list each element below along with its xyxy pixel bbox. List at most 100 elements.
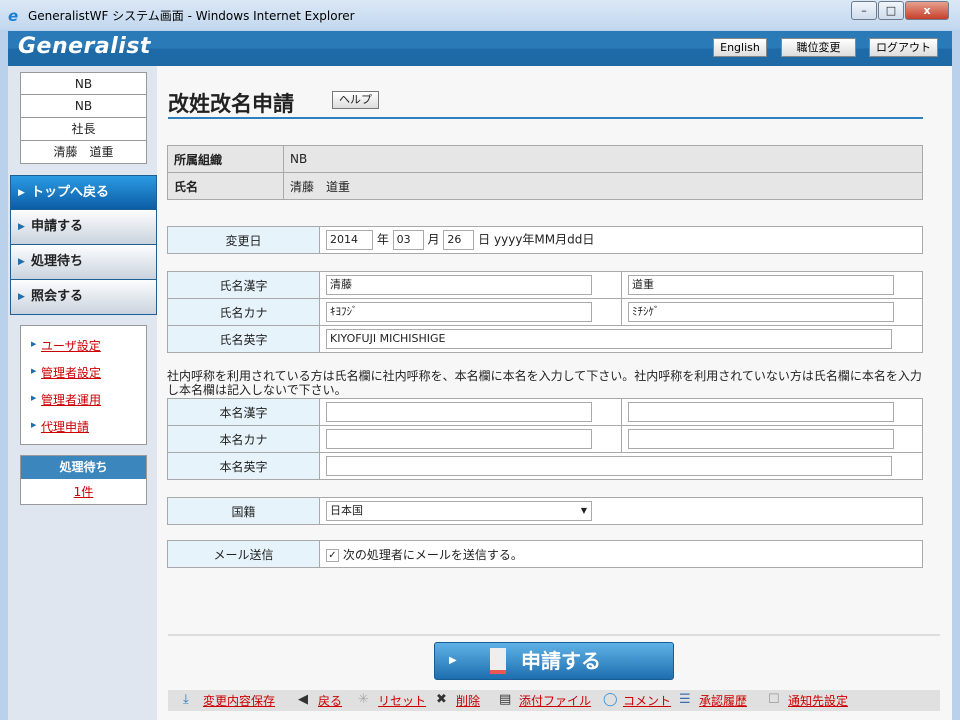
- delete-link[interactable]: ✖ 削除: [436, 692, 481, 709]
- name-value: 清藤 道重: [283, 172, 923, 200]
- maximize-button[interactable]: □: [878, 1, 904, 20]
- user-org: NB: [20, 72, 147, 95]
- nationality-select[interactable]: 日本国 ▼: [326, 501, 592, 521]
- nationality-label: 国籍: [167, 497, 320, 525]
- title-underline: [168, 117, 923, 119]
- real-kanji-label: 本名漢字: [167, 398, 320, 426]
- mail-label: メール送信: [167, 540, 320, 568]
- comment-bubble-icon: ◯: [603, 692, 618, 707]
- mail-table: メール送信 ✓ 次の処理者にメールを送信する。: [167, 540, 923, 568]
- attachment-link[interactable]: ▤ 添付ファイル: [499, 692, 592, 709]
- nav-inquiry[interactable]: 照会する: [10, 280, 157, 315]
- link-user-settings[interactable]: ユーザ設定: [31, 337, 101, 354]
- comment-label: コメント: [623, 694, 672, 708]
- kanji-label: 氏名漢字: [167, 271, 320, 299]
- download-icon: ⤓: [183, 692, 189, 707]
- eng-name-input[interactable]: KIYOFUJI MICHISHIGE: [326, 329, 892, 349]
- link-admin-settings[interactable]: 管理者設定: [31, 364, 101, 381]
- real-kana-first-input[interactable]: [628, 429, 894, 449]
- date-format-hint: yyyy年MM月dd日: [494, 232, 595, 247]
- kana-last-input[interactable]: ｷﾖﾌｼﾞ: [326, 302, 592, 322]
- real-name-table: 本名漢字 本名カナ 本名英字: [167, 398, 923, 480]
- nav-apply[interactable]: 申請する: [10, 210, 157, 245]
- month-input[interactable]: 03: [392, 230, 424, 250]
- name-label: 氏名: [167, 172, 284, 200]
- checkbox-icon: ☐: [768, 692, 780, 707]
- change-date-table: 変更日 2014 年 03 月 26 日 yyyy年MM月dd日: [167, 226, 923, 254]
- save-changes-link[interactable]: ⤓ 変更内容保存: [183, 692, 276, 709]
- mail-checkbox[interactable]: ✓: [326, 548, 339, 562]
- attachment-label: 添付ファイル: [519, 694, 592, 708]
- month-unit: 月: [427, 232, 440, 247]
- user-dept: NB: [20, 95, 147, 118]
- document-upload-icon: [490, 648, 506, 674]
- close-button[interactable]: x: [905, 1, 949, 20]
- reset-icon: ✳: [358, 692, 369, 707]
- back-arrow-icon: ◀: [298, 692, 308, 707]
- link-proxy-apply[interactable]: 代理申請: [31, 418, 89, 435]
- back-link[interactable]: ◀ 戻る: [298, 692, 343, 709]
- english-button[interactable]: English: [713, 38, 767, 57]
- attachment-icon: ▤: [499, 692, 512, 707]
- submit-button[interactable]: ▶ 申請する: [434, 642, 674, 680]
- ie-icon: e: [8, 7, 19, 25]
- user-name: 清藤 道重: [20, 141, 147, 164]
- list-icon: ☰: [679, 692, 691, 707]
- pending-box: 処理待ち 1件: [20, 455, 147, 505]
- day-input[interactable]: 26: [443, 230, 475, 250]
- reset-label: リセット: [378, 694, 427, 708]
- date-label: 変更日: [167, 226, 320, 254]
- kanji-last-input[interactable]: 清藤: [326, 275, 592, 295]
- approval-history-label: 承認履歴: [699, 694, 748, 708]
- pending-count-link[interactable]: 1件: [21, 479, 146, 505]
- year-unit: 年: [376, 232, 389, 247]
- logo: Generalist: [18, 34, 151, 59]
- dropdown-arrow-icon: ▼: [580, 506, 587, 515]
- minimize-button[interactable]: –: [851, 1, 877, 20]
- name-table: 氏名漢字 清藤 道重 氏名カナ ｷﾖﾌｼﾞ ﾐﾁｼｹﾞ 氏名英字 KIYOFUJI MIC…: [167, 271, 923, 353]
- nav-pending[interactable]: 処理待ち: [10, 245, 157, 280]
- real-kanji-last-input[interactable]: [326, 402, 592, 422]
- instruction-note: 社内呼称を利用されている方は氏名欄に社内呼称を、本名欄に本名を入力して下さい。社…: [167, 369, 922, 397]
- applicant-info-table: 所属組織 NB 氏名 清藤 道重: [167, 145, 923, 200]
- logout-button[interactable]: ログアウト: [869, 38, 938, 57]
- pending-title: 処理待ち: [21, 456, 146, 479]
- day-unit: 日: [478, 232, 491, 247]
- admin-links: ユーザ設定 管理者設定 管理者運用 代理申請: [20, 325, 147, 445]
- real-eng-input[interactable]: [326, 456, 892, 476]
- back-label: 戻る: [318, 694, 343, 708]
- window-title: GeneralistWF システム画面 - Windows Internet E…: [28, 9, 355, 23]
- kanji-first-input[interactable]: 道重: [628, 275, 894, 295]
- kana-first-input[interactable]: ﾐﾁｼｹﾞ: [628, 302, 894, 322]
- delete-x-icon: ✖: [436, 692, 447, 707]
- real-eng-label: 本名英字: [167, 452, 320, 480]
- position-change-button[interactable]: 職位変更: [781, 38, 856, 57]
- user-position: 社長: [20, 118, 147, 141]
- bottom-toolbar: ⤓ 変更内容保存 ◀ 戻る ✳ リセット ✖ 削除 ▤ 添付ファイル ◯ コメント ☰ 承認履…: [168, 690, 940, 711]
- window-titlebar: e GeneralistWF システム画面 - Windows Internet…: [0, 0, 960, 30]
- org-value: NB: [283, 145, 923, 173]
- kana-label: 氏名カナ: [167, 298, 320, 326]
- reset-link[interactable]: ✳ リセット: [358, 692, 427, 709]
- comment-link[interactable]: ◯ コメント: [603, 692, 672, 709]
- eng-label: 氏名英字: [167, 325, 320, 353]
- notification-settings-link[interactable]: ☐ 通知先設定: [768, 692, 849, 709]
- save-label: 変更内容保存: [203, 694, 276, 708]
- org-label: 所属組織: [167, 145, 284, 173]
- mail-checkbox-label: 次の処理者にメールを送信する。: [342, 547, 523, 562]
- real-kana-label: 本名カナ: [167, 425, 320, 453]
- play-icon: ▶: [449, 655, 457, 666]
- divider: [168, 634, 940, 636]
- delete-label: 削除: [456, 694, 481, 708]
- link-admin-operation[interactable]: 管理者運用: [31, 391, 101, 408]
- help-button[interactable]: ヘルプ: [332, 91, 379, 109]
- nationality-table: 国籍 日本国 ▼: [167, 497, 923, 525]
- nav-top[interactable]: トップへ戻る: [10, 175, 157, 210]
- year-input[interactable]: 2014: [326, 230, 373, 250]
- nationality-value: 日本国: [330, 504, 363, 517]
- page-title: 改姓改名申請: [168, 92, 294, 116]
- real-kanji-first-input[interactable]: [628, 402, 894, 422]
- notification-label: 通知先設定: [788, 694, 849, 708]
- approval-history-link[interactable]: ☰ 承認履歴: [679, 692, 748, 709]
- real-kana-last-input[interactable]: [326, 429, 592, 449]
